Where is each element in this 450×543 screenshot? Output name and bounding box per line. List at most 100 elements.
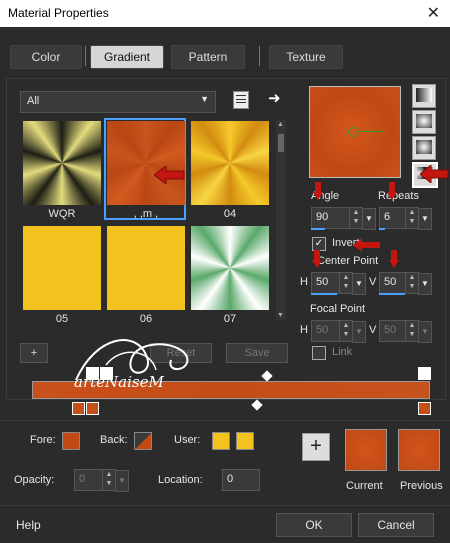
arrow-right-icon[interactable]: ➜ — [268, 89, 281, 107]
gradient-thumb-04[interactable] — [191, 121, 269, 205]
repeats-label: Repeats — [378, 190, 419, 202]
chevron-down-icon[interactable]: ▼ — [352, 321, 366, 343]
link-checkbox[interactable] — [312, 346, 326, 360]
user-swatch-2[interactable] — [236, 432, 254, 450]
invert-checkbox[interactable]: ✓ — [312, 237, 326, 251]
spinner-arrows[interactable]: ▲ ▼ — [405, 273, 418, 293]
current-label: Current — [346, 480, 383, 492]
color-stop-end[interactable] — [418, 402, 431, 415]
user-swatch-1[interactable] — [212, 432, 230, 450]
spinner-arrows[interactable]: ▲ ▼ — [405, 321, 418, 341]
center-v-slider[interactable] — [379, 293, 405, 295]
chevron-down-icon[interactable]: ▼ — [418, 321, 432, 343]
previous-preview[interactable] — [398, 429, 440, 471]
chevron-down-icon: ▼ — [200, 94, 209, 104]
center-h-label: H — [300, 276, 308, 288]
rectangular-style-icon[interactable] — [412, 110, 436, 134]
focal-h-input[interactable]: 50 ▲ ▼ ▼ — [311, 320, 366, 343]
gradient-list-scrollbar[interactable]: ▲ ▼ — [276, 120, 286, 320]
help-link[interactable]: Help — [16, 518, 41, 532]
title-bar: Material Properties ✕ — [0, 0, 450, 27]
chevron-down-icon[interactable]: ▼ — [418, 273, 432, 295]
opacity-label: Opacity: — [14, 474, 55, 486]
tab-separator — [85, 46, 86, 66]
gradient-thumb-selected[interactable] — [107, 121, 185, 205]
tab-texture[interactable]: Texture — [269, 45, 343, 69]
category-value: All — [27, 95, 40, 107]
cancel-button[interactable]: Cancel — [358, 513, 434, 537]
fore-label: Fore: — [30, 434, 56, 446]
arrow-left-icon — [154, 166, 185, 184]
fore-swatch[interactable] — [62, 432, 80, 450]
scroll-thumb[interactable] — [278, 134, 284, 152]
location-input[interactable]: 0 — [222, 469, 260, 491]
gradient-label: , ,m , — [133, 208, 159, 220]
spinner-arrows[interactable]: ▲ ▼ — [405, 208, 418, 228]
tab-pattern[interactable]: Pattern — [171, 45, 245, 69]
end-stop-icon[interactable] — [418, 367, 431, 380]
spinner-arrows[interactable]: ▲ ▼ — [339, 273, 352, 293]
gradient-thumb-05[interactable] — [23, 226, 101, 310]
location-label: Location: — [158, 474, 203, 486]
center-v-label: V — [369, 276, 377, 288]
location-marker[interactable] — [251, 399, 263, 411]
focal-v-input[interactable]: 50 ▲ ▼ ▼ — [379, 320, 432, 343]
spinner-arrows[interactable]: ▲ ▼ — [102, 470, 115, 490]
ok-button[interactable]: OK — [276, 513, 352, 537]
back-swatch[interactable] — [134, 432, 152, 450]
back-label: Back: — [100, 434, 128, 446]
add-swatch-button[interactable]: + — [302, 433, 330, 461]
arrow-left-icon — [353, 238, 380, 252]
save-button[interactable]: Save — [226, 343, 288, 363]
tab-separator — [259, 46, 260, 66]
color-stop-back[interactable] — [86, 402, 99, 415]
center-v-input[interactable]: 50 ▲ ▼ ▼ — [379, 272, 432, 295]
opacity-input[interactable]: 0 ▲ ▼ ▼ — [74, 469, 129, 492]
gradient-thumb-07[interactable] — [191, 226, 269, 310]
spinner-arrows[interactable]: ▲ ▼ — [339, 321, 352, 341]
center-point-handle[interactable] — [348, 127, 358, 137]
sunburst-style-icon[interactable] — [412, 136, 436, 160]
color-stop-fore[interactable] — [72, 402, 85, 415]
chevron-down-icon[interactable]: ▼ — [362, 208, 376, 230]
arrow-down-icon — [387, 182, 397, 200]
angle-slider[interactable] — [311, 228, 325, 230]
gradient-thumb-06[interactable] — [107, 226, 185, 310]
watermark-signature: arteNaiseM — [74, 373, 164, 391]
focal-point-label: Focal Point — [310, 303, 366, 315]
user-label: User: — [174, 434, 201, 446]
gradient-list-icon[interactable] — [233, 91, 249, 109]
spinner-arrows[interactable]: ▲ ▼ — [349, 208, 362, 228]
center-h-input[interactable]: 50 ▲ ▼ ▼ — [311, 272, 366, 295]
chevron-down-icon[interactable]: ▼ — [115, 470, 129, 492]
center-point-label: Center Point — [317, 255, 379, 267]
arrow-down-icon — [312, 250, 322, 268]
gradient-label: 07 — [223, 313, 237, 325]
focal-h-label: H — [300, 324, 308, 336]
angle-handle[interactable] — [357, 131, 383, 132]
current-preview — [345, 429, 387, 471]
gradient-label: 04 — [223, 208, 237, 220]
gradient-label: 06 — [139, 313, 153, 325]
tab-color[interactable]: Color — [10, 45, 82, 69]
chevron-down-icon[interactable]: ▼ — [418, 208, 432, 230]
chevron-down-icon[interactable]: ▼ — [352, 273, 366, 295]
center-h-slider[interactable] — [311, 293, 337, 295]
arrow-down-icon — [389, 250, 399, 268]
angle-input[interactable]: 90 ▲ ▼ ▼ — [311, 207, 376, 230]
linear-style-icon[interactable] — [412, 84, 436, 108]
arrow-left-icon — [420, 165, 449, 183]
add-gradient-button[interactable]: + — [20, 343, 48, 363]
gradient-preview[interactable] — [309, 86, 401, 178]
repeats-input[interactable]: 6 ▲ ▼ ▼ — [379, 207, 432, 230]
repeats-slider[interactable] — [379, 228, 385, 230]
divider — [0, 420, 450, 421]
scroll-down-icon[interactable]: ▼ — [277, 312, 284, 319]
tab-gradient[interactable]: Gradient — [90, 45, 164, 69]
close-icon[interactable]: ✕ — [427, 3, 440, 23]
focal-v-label: V — [369, 324, 377, 336]
gradient-thumb-wqr[interactable] — [23, 121, 101, 205]
scroll-up-icon[interactable]: ▲ — [277, 121, 284, 128]
category-dropdown[interactable]: All ▼ — [20, 91, 216, 113]
arrow-down-icon — [313, 182, 323, 200]
